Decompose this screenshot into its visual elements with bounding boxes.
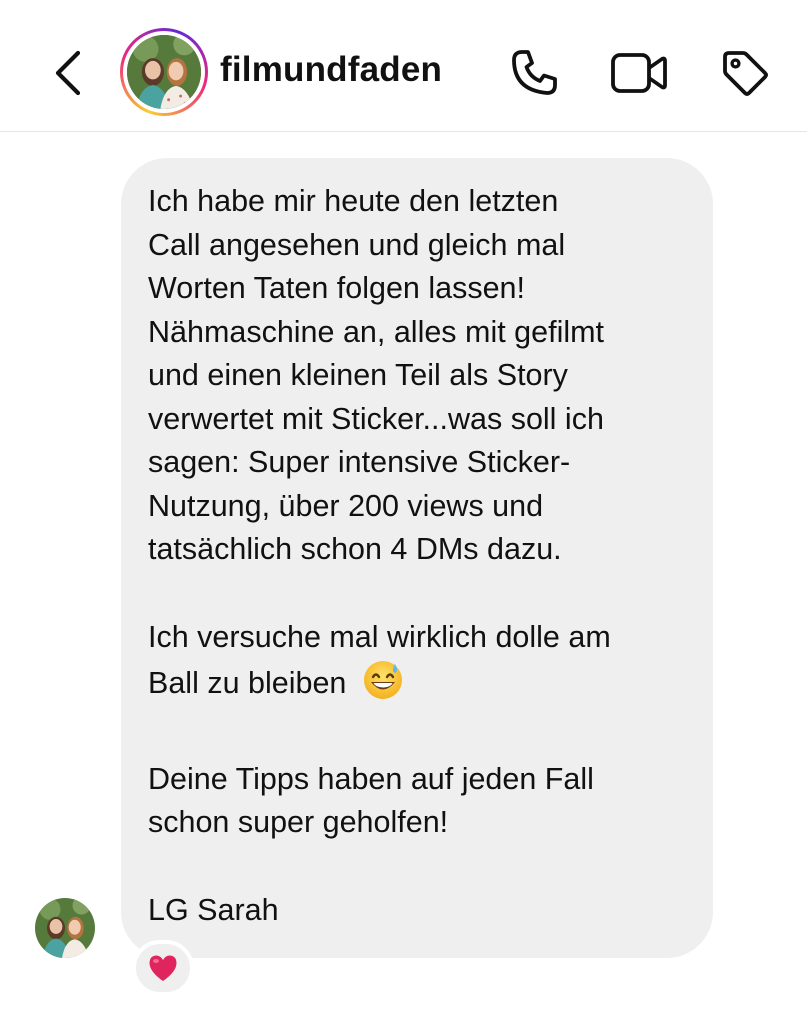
chat-header: filmundfaden bbox=[0, 0, 807, 132]
sender-avatar[interactable] bbox=[35, 898, 95, 958]
message-paragraph-1: Ich habe mir heute den letzten Call ange… bbox=[148, 184, 604, 566]
back-button[interactable] bbox=[42, 44, 94, 102]
message-paragraph-2: Ich versuche mal wirklich dolle am Ball … bbox=[148, 616, 687, 714]
chevron-left-icon bbox=[55, 50, 81, 96]
grinning-face-with-sweat-emoji bbox=[362, 659, 404, 714]
message-bubble[interactable]: Ich habe mir heute den letzten Call ange… bbox=[121, 158, 713, 958]
story-ring bbox=[123, 31, 205, 113]
message-paragraph-3: Deine Tipps haben auf jeden Fall schon s… bbox=[148, 761, 594, 840]
profile-avatar[interactable] bbox=[120, 28, 208, 116]
video-call-button[interactable] bbox=[610, 44, 668, 102]
video-camera-icon bbox=[611, 53, 667, 93]
tag-button[interactable] bbox=[716, 44, 774, 102]
message-reaction[interactable] bbox=[132, 940, 194, 996]
tag-icon bbox=[723, 51, 768, 96]
audio-call-button[interactable] bbox=[505, 44, 563, 102]
message-signature: LG Sarah bbox=[148, 892, 279, 927]
avatar-photo bbox=[127, 35, 201, 109]
username[interactable]: filmundfaden bbox=[220, 50, 442, 90]
red-heart-emoji bbox=[149, 955, 177, 981]
phone-icon bbox=[512, 50, 557, 95]
